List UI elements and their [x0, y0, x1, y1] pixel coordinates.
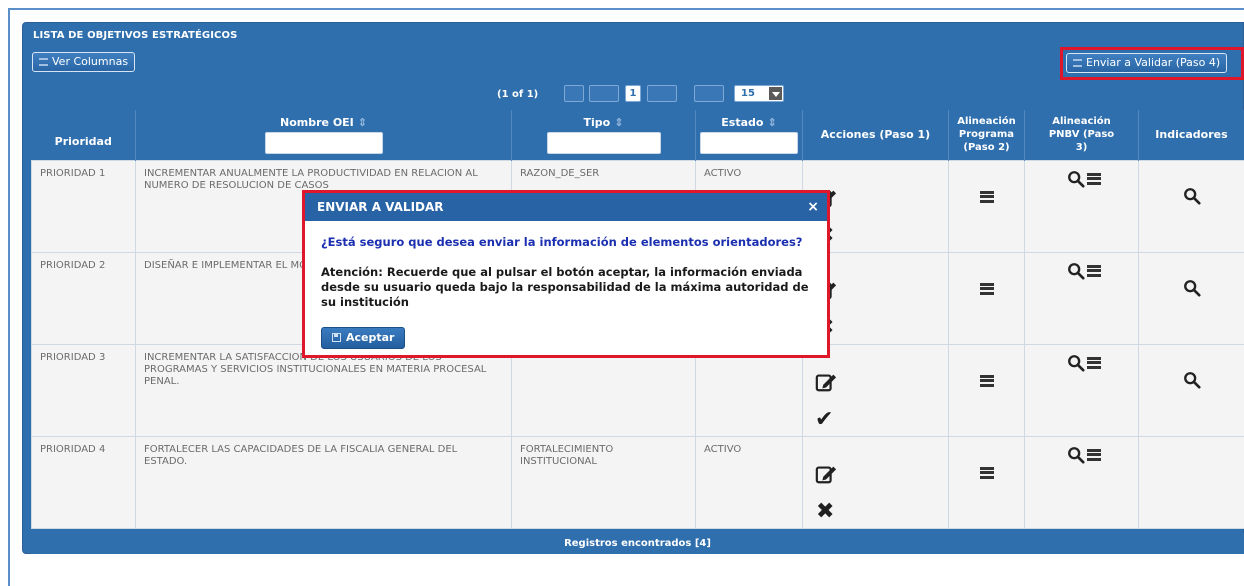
col-alineacion-programa: Alineación Programa (Paso 2) [948, 110, 1025, 160]
search-icon[interactable] [1183, 187, 1201, 205]
col-acciones: Acciones (Paso 1) [802, 110, 949, 160]
cell-alineacion-pnbv [1024, 251, 1139, 345]
check-icon[interactable]: ✔ [815, 408, 833, 431]
list-icon[interactable] [980, 282, 994, 295]
tipo-filter-input[interactable] [546, 131, 661, 154]
chevron-down-icon [769, 87, 782, 100]
list-icon[interactable] [980, 466, 994, 479]
cell-acciones: ✖ [802, 435, 949, 529]
nombre-filter-input[interactable] [264, 131, 383, 154]
estado-filter-input[interactable] [700, 131, 798, 154]
search-icon[interactable] [1067, 446, 1085, 464]
rows-per-page-value: 15 [741, 88, 755, 99]
search-icon[interactable] [1067, 170, 1085, 188]
cell-nombre: FORTALECER LAS CAPACIDADES DE LA FISCALI… [135, 435, 512, 529]
enviar-validar-button[interactable]: Enviar a Validar (Paso 4) [1066, 53, 1228, 73]
search-icon[interactable] [1067, 262, 1085, 280]
list-icon[interactable] [980, 374, 994, 387]
columns-icon [39, 58, 48, 66]
sort-icon: ⇕ [767, 115, 777, 129]
cell-alineacion-programa [948, 251, 1025, 345]
col-estado[interactable]: Estado ⇕ [695, 110, 803, 160]
cell-alineacion-programa [948, 343, 1025, 437]
records-footer: Registros encontrados [4] [31, 533, 1244, 554]
search-icon[interactable] [1183, 279, 1201, 297]
col-tipo[interactable]: Tipo ⇕ [511, 110, 696, 160]
cell-alineacion-pnbv [1024, 435, 1139, 529]
col-prioridad[interactable]: Prioridad [31, 110, 136, 160]
col-indicadores: Indicadores [1138, 110, 1244, 160]
cell-indicadores [1138, 435, 1244, 529]
sort-icon: ⇕ [614, 115, 624, 129]
dialog-message: Atención: Recuerde que al pulsar el botó… [321, 265, 809, 309]
send-icon [1073, 59, 1082, 67]
table-row: PRIORIDAD 4 FORTALECER LAS CAPACIDADES DE… [31, 435, 1244, 529]
list-icon[interactable] [1087, 448, 1101, 461]
cell-indicadores [1138, 159, 1244, 253]
x-icon[interactable]: ✖ [816, 500, 834, 523]
list-icon[interactable] [980, 190, 994, 203]
save-icon [332, 333, 341, 342]
ver-columnas-label: Ver Columnas [52, 55, 129, 68]
cell-indicadores [1138, 343, 1244, 437]
cell-prioridad: PRIORIDAD 1 [31, 159, 136, 253]
cell-prioridad: PRIORIDAD 4 [31, 435, 136, 529]
edit-icon[interactable] [815, 371, 837, 393]
cell-prioridad: PRIORIDAD 3 [31, 343, 136, 437]
last-page-button[interactable] [694, 85, 724, 102]
dialog-title: ENVIAR A VALIDAR [317, 200, 444, 214]
next-page-button[interactable] [647, 85, 677, 102]
cell-estado: ACTIVO [695, 435, 803, 529]
first-page-button[interactable] [564, 85, 584, 102]
edit-icon[interactable] [815, 463, 837, 485]
cell-alineacion-pnbv [1024, 343, 1139, 437]
cell-prioridad: PRIORIDAD 2 [31, 251, 136, 345]
cell-tipo: FORTALECIMIENTO INSTITUCIONAL [511, 435, 696, 529]
table-header-row: Prioridad Nombre OEI ⇕ Tipo ⇕ Estado ⇕ Acci… [31, 110, 1244, 160]
rows-per-page-select[interactable]: 15 [734, 85, 784, 102]
col-alineacion-pnbv: Alineación PNBV (Paso 3) [1024, 110, 1139, 160]
aceptar-button[interactable]: Aceptar [321, 327, 406, 349]
list-icon[interactable] [1087, 356, 1101, 369]
page-report: (1 of 1) [497, 89, 539, 100]
list-icon[interactable] [1087, 172, 1101, 185]
aceptar-label: Aceptar [346, 331, 395, 344]
prev-page-button[interactable] [589, 85, 619, 102]
enviar-validar-dialog: ENVIAR A VALIDAR × ¿Está seguro que dese… [302, 190, 830, 358]
search-icon[interactable] [1183, 371, 1201, 389]
cell-alineacion-programa [948, 435, 1025, 529]
dialog-question: ¿Está seguro que desea enviar la informa… [321, 235, 803, 249]
ver-columnas-button[interactable]: Ver Columnas [32, 52, 136, 72]
sort-icon: ⇕ [357, 115, 367, 129]
col-nombre[interactable]: Nombre OEI ⇕ [135, 110, 512, 160]
panel-title: LISTA DE OBJETIVOS ESTRATÉGICOS [33, 30, 238, 41]
search-icon[interactable] [1067, 354, 1085, 372]
cell-alineacion-pnbv [1024, 159, 1139, 253]
enviar-validar-label: Enviar a Validar (Paso 4) [1086, 56, 1221, 69]
cell-indicadores [1138, 251, 1244, 345]
close-icon[interactable]: × [807, 193, 819, 221]
current-page-button[interactable]: 1 [625, 85, 641, 102]
list-icon[interactable] [1087, 264, 1101, 277]
dialog-header: ENVIAR A VALIDAR × [305, 193, 827, 221]
cell-alineacion-programa [948, 159, 1025, 253]
